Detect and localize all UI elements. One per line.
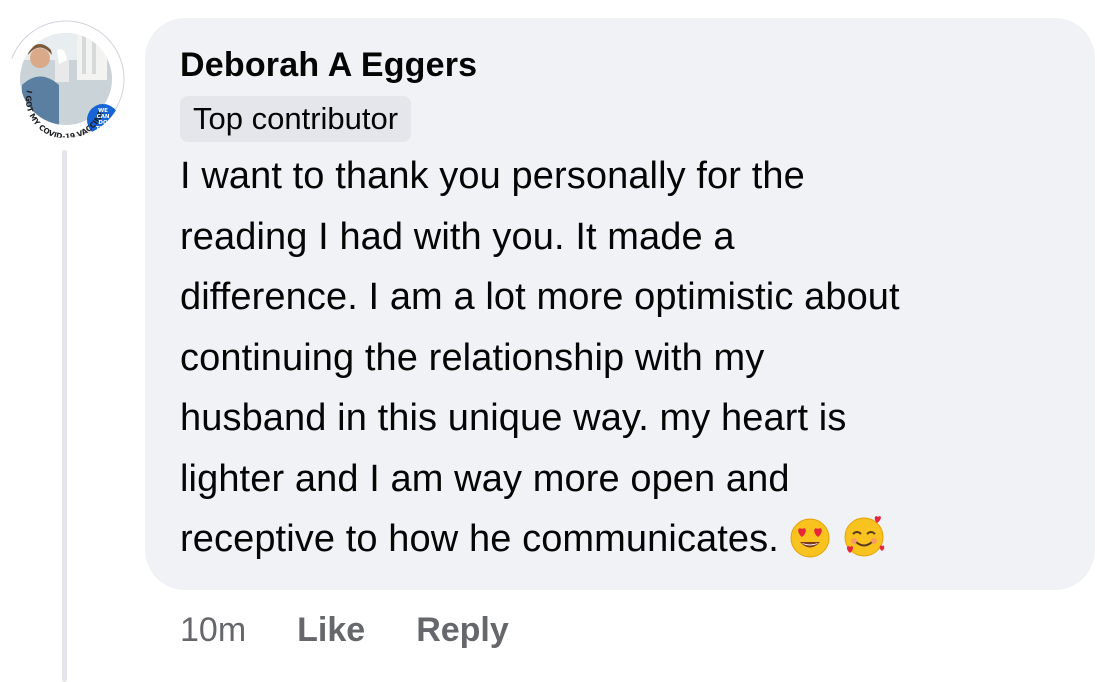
comment-text-line: difference. I am a lot more optimistic a… xyxy=(180,276,900,318)
comment-text-line: husband in this unique way. my heart is xyxy=(180,397,847,439)
comment-text: I want to thank you personally for the r… xyxy=(180,146,1075,570)
comment-text-line-last: receptive to how he communicates. xyxy=(180,509,1075,570)
top-contributor-badge[interactable]: Top contributor xyxy=(180,96,412,142)
comment-actions: 10m Like Reply xyxy=(180,608,560,652)
like-button[interactable]: Like xyxy=(297,611,365,650)
comment-text-line: continuing the relationship with my xyxy=(180,336,765,379)
comment-thread: I GOT MY COVID-19 VACCINE WE CAN DO THIS… xyxy=(0,0,1097,682)
heart-eyes-emoji xyxy=(789,517,831,559)
comment-author-name[interactable]: Deborah A Eggers xyxy=(180,44,1075,86)
comment-text-line: lighter and I am way more open and xyxy=(180,457,790,500)
comment-text-line: receptive to how he communicates. xyxy=(180,518,779,560)
avatar[interactable]: I GOT MY COVID-19 VACCINE WE CAN DO THIS xyxy=(7,20,125,138)
comment-timestamp[interactable]: 10m xyxy=(180,611,246,650)
comment-bubble: Deborah A Eggers Top contributor I want … xyxy=(145,18,1095,590)
comment-text-line: reading I had with you. It made a xyxy=(180,215,735,258)
comment-text-line: I want to thank you personally for the xyxy=(180,155,805,197)
avatar-badge-line: THIS xyxy=(96,126,110,132)
smiling-face-with-hearts-emoji xyxy=(841,513,887,559)
reply-button[interactable]: Reply xyxy=(416,611,509,650)
thread-connector-line xyxy=(62,150,67,682)
